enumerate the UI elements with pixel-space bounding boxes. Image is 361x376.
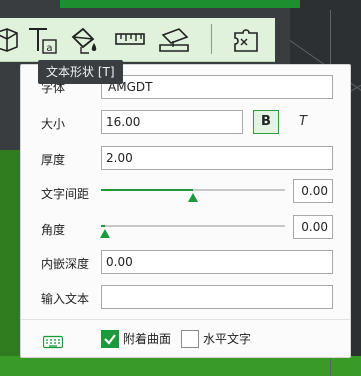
cube-icon [0,28,18,52]
project-tool-button[interactable] [155,20,195,60]
thickness-input[interactable] [101,146,333,170]
surface-project-icon [159,28,189,52]
italic-button[interactable]: T [293,110,313,134]
inset-depth-input[interactable] [101,250,333,274]
keyboard-icon [42,335,64,349]
puzzle-icon [234,29,258,52]
horizontal-text-label: 水平文字 [203,332,252,346]
thickness-label: 厚度 [41,153,66,167]
attach-surface-label: 附着曲面 [123,332,172,346]
spacing-value[interactable]: 0.00 [293,179,333,203]
input-text-label: 输入文本 [41,292,90,306]
horizontal-text-checkbox[interactable] [181,330,199,348]
attach-surface-checkbox[interactable] [101,330,119,348]
tooltip-text: 文本形状 [T] [46,65,115,79]
angle-slider-fill [101,225,105,227]
paint-tool-button[interactable] [64,20,104,60]
spacing-slider[interactable] [101,189,285,202]
angle-label: 角度 [41,223,66,237]
size-label: 大小 [41,117,66,131]
keyboard-button[interactable] [42,335,64,352]
viewport-model-top [60,0,300,8]
text-shape-panel: 字体 AMGDT 大小 B T 厚度 文字间距 0.00 角度 0.00 内嵌深… [20,64,351,358]
ruler-icon [115,33,145,45]
tooltip: 文本形状 [T] [38,60,123,84]
input-text-field[interactable] [101,285,333,309]
shape-toolbar: a [0,18,275,62]
spacing-label: 文字间距 [41,187,90,201]
angle-slider-thumb[interactable] [100,229,110,238]
component-tool-button[interactable] [226,20,266,60]
text-shape-icon: a [29,28,57,54]
panel-divider [21,319,350,320]
viewport-model-bottom [0,356,361,376]
spacing-slider-thumb[interactable] [188,193,198,202]
measure-tool-button[interactable] [110,20,150,60]
spacing-slider-fill [101,189,193,191]
bold-button[interactable]: B [253,110,279,134]
text-shape-tool-button[interactable]: a [22,20,62,60]
angle-value[interactable]: 0.00 [293,215,333,239]
inset-depth-label: 内嵌深度 [41,257,90,271]
paint-bucket-icon [71,27,97,54]
angle-slider[interactable] [100,225,285,238]
size-input[interactable] [101,110,243,134]
svg-text:a: a [46,43,52,54]
font-select[interactable]: AMGDT [101,75,333,99]
check-icon [104,334,116,345]
toolbar-separator [211,24,212,54]
